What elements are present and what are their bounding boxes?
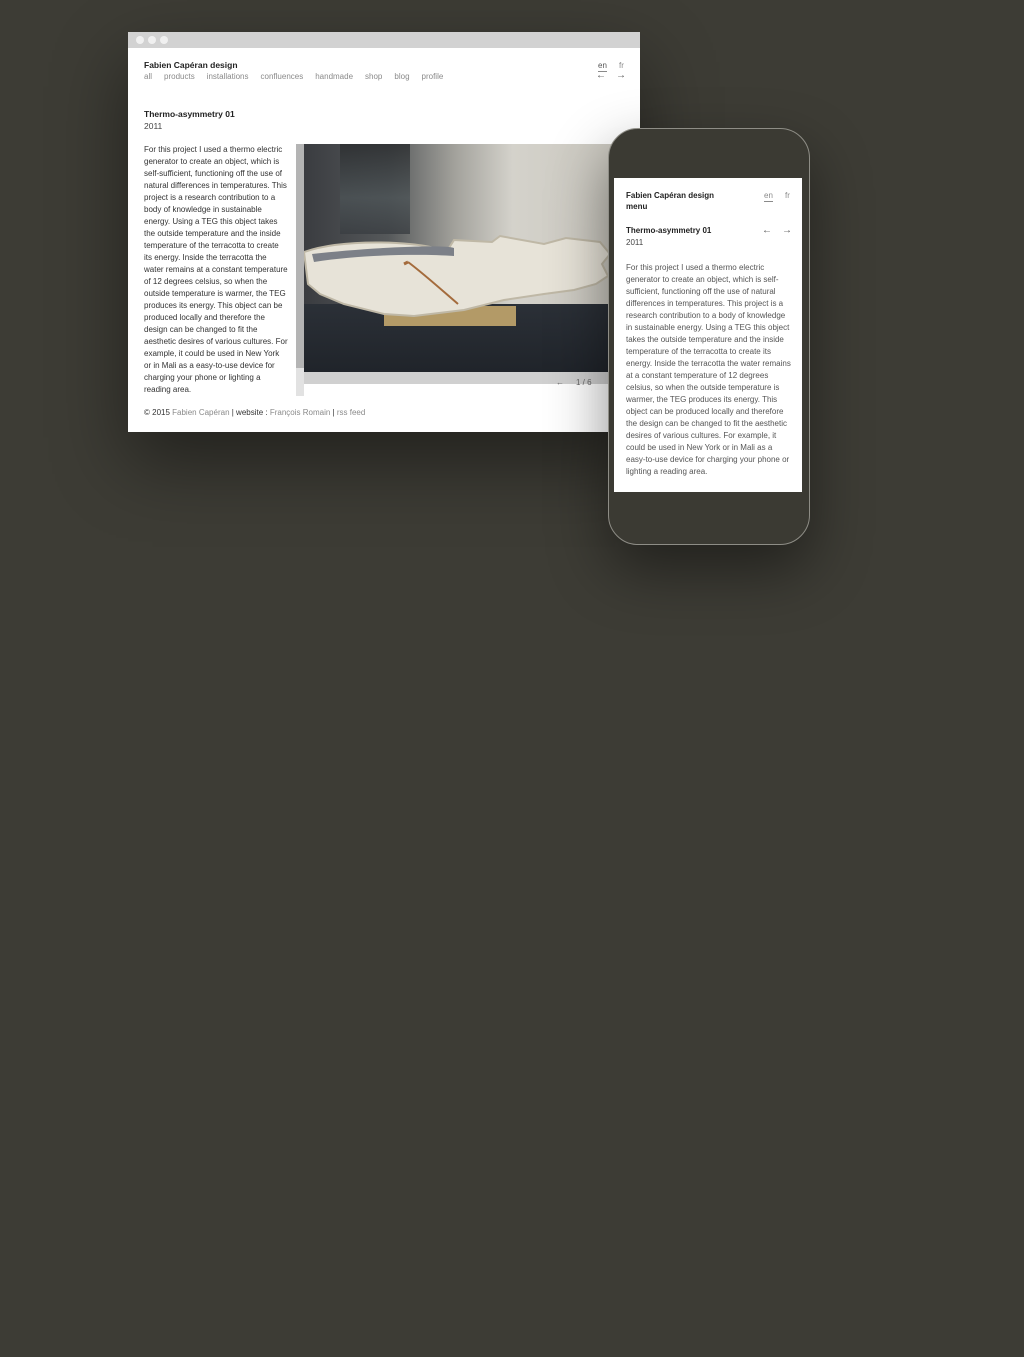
footer-rss-link[interactable]: rss feed — [337, 408, 365, 417]
mobile-next-arrow-icon[interactable]: → — [782, 225, 792, 236]
nav-item-profile[interactable]: profile — [422, 72, 444, 81]
footer-website-label: website : — [236, 408, 270, 417]
nav-item-installations[interactable]: installations — [207, 72, 249, 81]
mobile-project-year: 2011 — [626, 238, 644, 247]
mobile-lang-fr-link[interactable]: fr — [785, 191, 790, 200]
site-title[interactable]: Fabien Capéran design — [144, 60, 238, 70]
next-project-arrow-icon[interactable]: → — [616, 70, 626, 81]
nav-item-blog[interactable]: blog — [394, 72, 409, 81]
scrollbar-thumb[interactable] — [296, 144, 304, 368]
gallery-counter: 1 / 6 — [576, 378, 592, 387]
mobile-menu-button[interactable]: menu — [626, 202, 647, 211]
nav-item-products[interactable]: products — [164, 72, 195, 81]
project-year: 2011 — [144, 121, 163, 131]
bowl-copper-joint — [403, 260, 409, 266]
description-scrollbar[interactable] — [296, 144, 304, 396]
window-minimize-dot[interactable] — [148, 36, 156, 44]
project-description: For this project I used a thermo electri… — [144, 145, 288, 394]
window-close-dot[interactable] — [136, 36, 144, 44]
main-nav: all products installations confluences h… — [144, 72, 443, 81]
site-footer: © 2015 Fabien Capéran | website : Franço… — [144, 408, 365, 417]
mobile-prev-arrow-icon[interactable]: ← — [762, 225, 772, 236]
mobile-site-title[interactable]: Fabien Capéran design — [626, 190, 714, 202]
prev-project-arrow-icon[interactable]: ← — [596, 70, 606, 81]
mobile-project-description: For this project I used a thermo electri… — [626, 263, 791, 476]
footer-website-author-link[interactable]: François Romain — [270, 408, 330, 417]
gallery-prev-arrow-icon[interactable]: ← — [556, 378, 564, 387]
nav-item-shop[interactable]: shop — [365, 72, 382, 81]
phone-screen: Fabien Capéran design menu en fr Thermo-… — [614, 178, 802, 492]
mobile-project-title: Thermo-asymmetry 01 — [626, 226, 712, 235]
project-photo — [304, 144, 640, 384]
footer-author-link[interactable]: Fabien Capéran — [172, 408, 229, 417]
nav-item-handmade[interactable]: handmade — [315, 72, 353, 81]
browser-titlebar — [128, 32, 640, 48]
nav-item-all[interactable]: all — [144, 72, 152, 81]
project-title: Thermo-asymmetry 01 — [144, 109, 235, 119]
mobile-lang-en-link[interactable]: en — [764, 191, 773, 202]
desktop-browser-window: Fabien Capéran design all products insta… — [128, 32, 640, 432]
terracotta-object-illustration — [304, 234, 612, 326]
nav-item-confluences[interactable]: confluences — [261, 72, 304, 81]
lang-fr-link[interactable]: fr — [619, 61, 624, 70]
window-zoom-dot[interactable] — [160, 36, 168, 44]
footer-copyright: © 2015 — [144, 408, 173, 417]
